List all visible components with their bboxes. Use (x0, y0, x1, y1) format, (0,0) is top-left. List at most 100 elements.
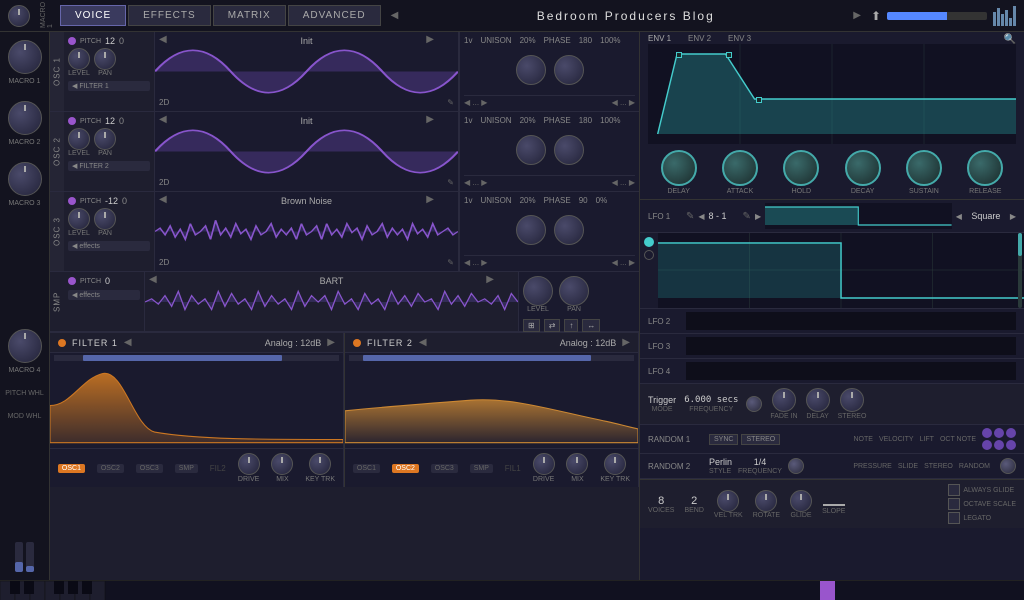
share-btn[interactable]: ⬆ (871, 9, 881, 23)
smp-btn1[interactable]: ⊞ (523, 319, 540, 332)
macro1-knob[interactable] (8, 5, 30, 27)
osc1-filter-nav-left[interactable]: ◀ (72, 82, 77, 90)
osc2-level-knob[interactable] (68, 128, 90, 150)
filter1-fil2-tag[interactable]: FIL2 (210, 464, 226, 473)
smp-pan-knob[interactable] (559, 276, 589, 306)
osc1-filter-tag[interactable]: ◀ FILTER 1 (68, 81, 150, 91)
random1-sync-btn[interactable]: SYNC (709, 434, 738, 445)
env-handle-1[interactable] (676, 52, 682, 58)
filter1-smp-tag[interactable]: SMP (175, 464, 198, 473)
filter1-dot[interactable] (58, 339, 66, 347)
veltrk-knob[interactable] (717, 490, 739, 512)
osc3-unison-knob1[interactable] (516, 215, 546, 245)
filter2-dot[interactable] (353, 339, 361, 347)
rotate-knob[interactable] (755, 490, 777, 512)
filter1-range-slider[interactable] (54, 355, 339, 361)
random2-stereo-knob[interactable] (1000, 458, 1016, 474)
filter2-fil1-tag[interactable]: FIL1 (505, 464, 521, 473)
env-handle-2[interactable] (726, 52, 732, 58)
filter2-nav-left[interactable]: ◀ (419, 337, 427, 348)
random2-freq-knob[interactable] (788, 458, 804, 474)
smp-btn3[interactable]: ↑ (564, 319, 578, 332)
smp-active-dot[interactable] (68, 277, 76, 285)
lfo1-nav-right[interactable]: ▶ (755, 212, 761, 221)
glide-knob[interactable] (790, 490, 812, 512)
osc3-filter-tag[interactable]: ◀ effects (68, 241, 150, 251)
lfo4-fadein-knob[interactable] (772, 388, 796, 412)
macro4-main-knob[interactable] (8, 329, 42, 363)
nav-right-btn[interactable]: ▶ (849, 10, 865, 21)
osc1-phase-knob[interactable] (554, 55, 584, 85)
osc2-pan-knob[interactable] (94, 128, 116, 150)
slider-1[interactable] (15, 542, 23, 572)
env-handle-3[interactable] (756, 97, 762, 103)
lfo1-edit2-icon[interactable]: ✎ (743, 211, 751, 222)
toggle3[interactable] (1006, 428, 1016, 438)
osc3-pan-knob[interactable] (94, 208, 116, 230)
tab-matrix[interactable]: MATRIX (213, 5, 286, 26)
filter1-drive-knob[interactable] (238, 453, 260, 475)
env-hold-knob[interactable] (783, 150, 819, 186)
osc1-unison-bot-left[interactable]: ◀ ... ▶ (464, 98, 487, 107)
osc3-wave-nav-left[interactable]: ◀ (159, 194, 167, 205)
osc1-wave-nav-right[interactable]: ▶ (426, 34, 434, 45)
smp-wave-nav-right[interactable]: ▶ (486, 274, 494, 285)
lfo1-ind2[interactable] (644, 250, 654, 260)
toggle5[interactable] (994, 440, 1004, 450)
legato-check[interactable] (948, 512, 960, 524)
toggle6[interactable] (1006, 440, 1016, 450)
lfo1-nav-left[interactable]: ◀ (698, 212, 704, 221)
filter2-range-slider[interactable] (349, 355, 634, 361)
osc1-unison-knob1[interactable] (516, 55, 546, 85)
smp-filter-tag[interactable]: ◀ effects (68, 290, 140, 300)
tab-voice[interactable]: VOICE (60, 5, 126, 26)
osc2-edit-icon[interactable]: ✎ (447, 178, 454, 187)
lfo2-display[interactable] (686, 312, 1016, 330)
osc1-phase-bot-right[interactable]: ◀ ... ▶ (612, 98, 635, 107)
always-glide-check[interactable] (948, 484, 960, 496)
octave-scale-check[interactable] (948, 498, 960, 510)
osc2-wave-nav-right[interactable]: ▶ (426, 114, 434, 125)
osc2-wave-display[interactable]: ◀ Init ▶ 2D ✎ (154, 112, 459, 191)
osc3-wave-nav-right[interactable]: ▶ (426, 194, 434, 205)
smp-wave-nav-left[interactable]: ◀ (149, 274, 157, 285)
osc3-phase-knob[interactable] (554, 215, 584, 245)
osc2-phase-knob[interactable] (554, 135, 584, 165)
macro2-main-knob[interactable] (8, 101, 42, 135)
lfo1-big-display[interactable] (658, 233, 1024, 308)
osc3-edit-icon[interactable]: ✎ (447, 258, 454, 267)
osc2-phase-bot-right[interactable]: ◀ ... ▶ (612, 178, 635, 187)
filter2-nav-right[interactable]: ▶ (622, 337, 630, 348)
osc2-unison-bot-left[interactable]: ◀ ... ▶ (464, 178, 487, 187)
osc1-pan-knob[interactable] (94, 48, 116, 70)
filter1-osc1-tag[interactable]: OSC1 (58, 464, 85, 473)
lfo1-shape-nav-right[interactable]: ▶ (1010, 212, 1016, 221)
lfo4-display[interactable] (686, 362, 1016, 380)
env-decay-knob[interactable] (845, 150, 881, 186)
lfo1-ind1[interactable] (644, 237, 654, 247)
env-search-icon[interactable]: 🔍 (1004, 34, 1016, 42)
lfo4-delay-knob[interactable] (806, 388, 830, 412)
filter2-drive-knob[interactable] (533, 453, 555, 475)
lfo3-display[interactable] (686, 337, 1016, 355)
lfo1-scroll[interactable] (1018, 233, 1022, 308)
osc2-active-dot[interactable] (68, 117, 76, 125)
osc1-active-dot[interactable] (68, 37, 76, 45)
env-display[interactable] (648, 44, 1016, 144)
smp-btn2[interactable]: ⇄ (544, 319, 561, 332)
filter1-osc2-tag[interactable]: OSC2 (97, 464, 124, 473)
osc3-level-knob[interactable] (68, 208, 90, 230)
filter1-graph[interactable] (50, 363, 343, 448)
filter2-smp-tag[interactable]: SMP (470, 464, 493, 473)
lfo4-stereo-knob[interactable] (840, 388, 864, 412)
env-delay-knob[interactable] (661, 150, 697, 186)
filter2-keytrk-knob[interactable] (604, 453, 626, 475)
osc3-filter-nav-left[interactable]: ◀ (72, 242, 77, 250)
smp-level-knob[interactable] (523, 276, 553, 306)
macro3-main-knob[interactable] (8, 162, 42, 196)
toggle2[interactable] (994, 428, 1004, 438)
osc2-wave-nav-left[interactable]: ◀ (159, 114, 167, 125)
filter2-osc3-tag[interactable]: OSC3 (431, 464, 458, 473)
osc1-wave-display[interactable]: ◀ Init ▶ 2D ✎ (154, 32, 459, 111)
smp-btn4[interactable]: ↔ (582, 319, 600, 332)
